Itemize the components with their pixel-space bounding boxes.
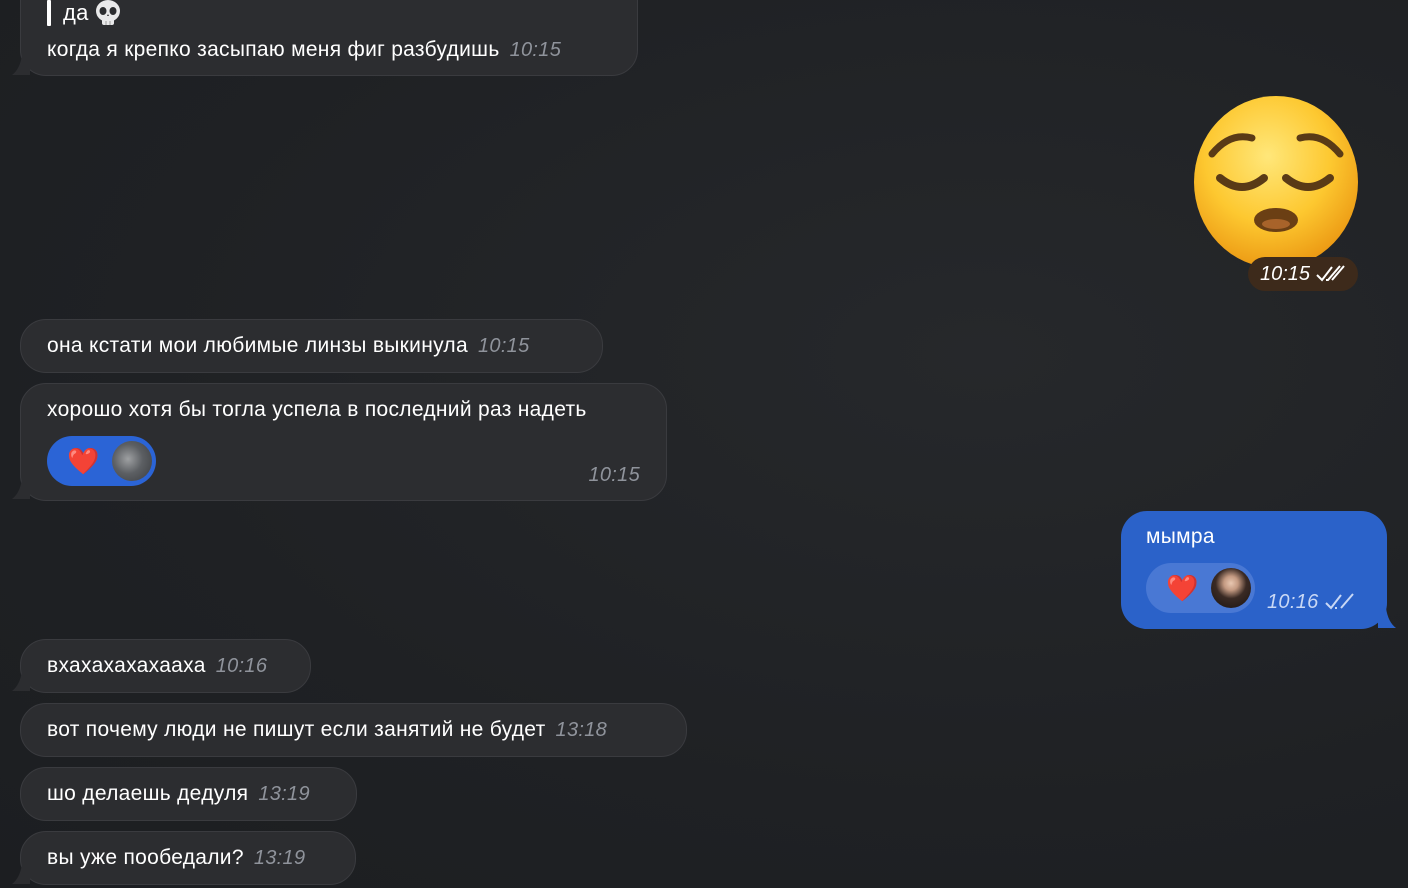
- bubble-tail: [1378, 608, 1396, 628]
- message-text: вы уже пообедали?: [47, 846, 244, 869]
- reaction-chip[interactable]: ❤️: [1146, 563, 1255, 613]
- pensive-face-icon[interactable]: [1190, 92, 1362, 268]
- message-incoming[interactable]: вы уже пообедали? 13:19: [20, 831, 356, 885]
- message-incoming[interactable]: вхахахахахааха 10:16: [20, 639, 311, 693]
- reply-quote[interactable]: да: [47, 0, 123, 27]
- bubble-tail: [12, 479, 30, 499]
- avatar: [111, 441, 152, 481]
- avatar: [1210, 568, 1251, 608]
- message-time: 13:18: [555, 719, 608, 741]
- message-incoming[interactable]: шо делаешь дедуля 13:19: [20, 767, 357, 821]
- message-time: 10:15: [1260, 262, 1311, 285]
- reply-text: да: [63, 0, 89, 25]
- heart-icon: ❤️: [67, 446, 100, 476]
- message-text: шо делаешь дедуля: [47, 782, 249, 805]
- message-text: вхахахахахааха: [47, 654, 206, 677]
- message-incoming[interactable]: хорошо хотя бы тогла успела в последний …: [20, 383, 667, 501]
- message-outgoing[interactable]: мымра ❤️ 10:16: [1121, 511, 1387, 629]
- bubble-tail: [12, 864, 30, 884]
- message-time: 10:16: [1267, 591, 1319, 613]
- double-check-icon: [1324, 593, 1354, 610]
- double-check-icon: [1316, 265, 1345, 282]
- reaction-chip[interactable]: ❤️: [47, 436, 156, 486]
- message-text: она кстати мои любимые линзы выкинула: [47, 334, 468, 357]
- message-text: мымра: [1146, 525, 1215, 548]
- message-time-chip: 10:15: [1248, 257, 1359, 291]
- message-time: 10:16: [215, 655, 268, 677]
- message-time: 13:19: [258, 783, 310, 805]
- chat-area: да когда я крепко засыпаю меня фиг разбу…: [0, 0, 1408, 888]
- message-text: вот почему люди не пишут если занятий не…: [47, 718, 546, 741]
- skull-icon: [95, 0, 120, 25]
- bubble-tail: [12, 55, 30, 75]
- message-time: 10:15: [509, 39, 562, 61]
- message-time: 10:15: [588, 464, 640, 486]
- heart-icon: ❤️: [1166, 573, 1199, 603]
- message-incoming[interactable]: да когда я крепко засыпаю меня фиг разбу…: [20, 0, 638, 76]
- bubble-tail: [12, 671, 30, 691]
- message-text: когда я крепко засыпаю меня фиг разбудиш…: [47, 38, 500, 61]
- message-incoming[interactable]: она кстати мои любимые линзы выкинула 10:…: [20, 319, 603, 373]
- message-incoming[interactable]: вот почему люди не пишут если занятий не…: [20, 703, 687, 757]
- reply-bar: [47, 0, 51, 26]
- message-text: хорошо хотя бы тогла успела в последний …: [47, 398, 587, 421]
- message-time: 13:19: [253, 847, 306, 869]
- message-time: 10:15: [477, 335, 530, 357]
